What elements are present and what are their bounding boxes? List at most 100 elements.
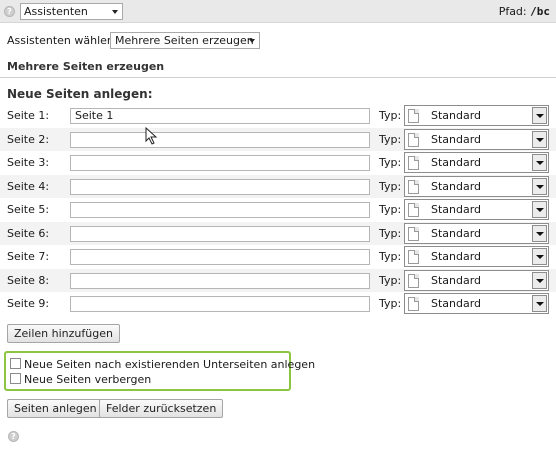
wizard-select[interactable]: Mehrere Seiten erzeugen — [110, 32, 260, 49]
divider — [0, 77, 556, 78]
dropdown-arrow-icon[interactable] — [532, 295, 547, 312]
page-type-select[interactable]: Standard — [404, 222, 549, 244]
type-label: Typ: — [379, 156, 402, 169]
page-row-label: Seite 2: — [7, 132, 50, 146]
page-type-select[interactable]: Standard — [404, 175, 549, 197]
page-icon — [408, 179, 419, 194]
wizard-select-value: Mehrere Seiten erzeugen — [115, 34, 254, 47]
page-row-1: Seite 1: Seite 1 Typ: Standard — [0, 104, 556, 128]
chevron-down-icon — [112, 10, 118, 14]
page-icon — [408, 250, 419, 264]
page-row-label: Seite 8: — [7, 273, 50, 287]
wizard-select-label: Assistenten wählen: — [7, 34, 118, 47]
page-row-label: Seite 4: — [7, 179, 50, 193]
page-rows: Seite 1: Seite 1 Typ: Standard Seite 2: … — [0, 104, 556, 316]
dropdown-arrow-icon[interactable] — [532, 177, 547, 195]
type-label: Typ: — [379, 203, 402, 216]
hide-pages-label: Neue Seiten verbergen — [24, 373, 152, 386]
page-type-select[interactable]: Standard — [404, 128, 549, 150]
dropdown-arrow-icon[interactable] — [532, 130, 547, 148]
options-group: Neue Seiten nach existierenden Unterseit… — [4, 351, 315, 391]
reset-fields-button[interactable]: Felder zurücksetzen — [99, 399, 224, 418]
path-value: /bc — [530, 5, 550, 18]
mouse-cursor-icon — [145, 127, 158, 145]
after-subpages-checkbox[interactable] — [10, 358, 21, 369]
page-type-select[interactable]: Standard — [404, 293, 549, 314]
section-title: Mehrere Seiten erzeugen — [7, 60, 165, 73]
page-row-2: Seite 2: Typ: Standard — [0, 127, 556, 151]
page-title-input[interactable] — [70, 202, 370, 218]
help-icon[interactable]: ? — [4, 6, 15, 17]
page-title-input[interactable]: Seite 1 — [70, 108, 370, 124]
page-title-input[interactable] — [70, 178, 370, 195]
page-row-8: Seite 8: Typ: Standard — [0, 268, 556, 292]
page-icon — [408, 297, 419, 311]
help-icon[interactable]: ? — [8, 431, 19, 442]
dropdown-arrow-icon[interactable] — [532, 107, 547, 124]
page-type-select[interactable]: Standard — [404, 152, 549, 173]
page-row-label: Seite 7: — [7, 250, 50, 263]
type-label: Typ: — [379, 226, 402, 240]
page-icon — [408, 203, 419, 217]
option-after-subpages[interactable]: Neue Seiten nach existierenden Unterseit… — [10, 358, 315, 372]
page-row-label: Seite 6: — [7, 226, 50, 240]
chevron-down-icon — [249, 39, 255, 43]
page-type-select[interactable]: Standard — [404, 269, 549, 291]
page-type-value: Standard — [431, 226, 482, 240]
page-type-value: Standard — [431, 203, 482, 216]
after-subpages-label: Neue Seiten nach existierenden Unterseit… — [24, 358, 316, 371]
page-icon — [408, 273, 419, 288]
page-row-label: Seite 5: — [7, 203, 50, 216]
dropdown-arrow-icon[interactable] — [532, 271, 547, 289]
option-hide-pages[interactable]: Neue Seiten verbergen — [10, 373, 151, 387]
page-title-input[interactable] — [70, 155, 370, 171]
add-rows-button[interactable]: Zeilen hinzufügen — [7, 324, 120, 343]
path-display: Pfad: /bc — [499, 5, 550, 18]
page-type-value: Standard — [431, 156, 482, 169]
page-row-9: Seite 9: Typ: Standard — [0, 292, 556, 316]
page-icon — [408, 156, 419, 170]
page-type-value: Standard — [431, 109, 482, 122]
dropdown-arrow-icon[interactable] — [532, 154, 547, 171]
type-label: Typ: — [379, 132, 402, 146]
page-title-input[interactable] — [70, 272, 370, 289]
page-row-label: Seite 1: — [7, 109, 50, 122]
page-title-input[interactable] — [70, 296, 370, 312]
page-icon — [408, 109, 419, 123]
type-label: Typ: — [379, 109, 402, 122]
page-icon — [408, 132, 419, 147]
page-type-value: Standard — [431, 273, 482, 287]
page-row-label: Seite 9: — [7, 297, 50, 310]
wizard-module-dropdown-value: Assistenten — [24, 5, 88, 18]
path-label: Pfad: — [498, 5, 527, 18]
page-icon — [408, 226, 419, 241]
page-type-select[interactable]: Standard — [404, 199, 549, 220]
page-type-value: Standard — [431, 297, 482, 310]
page-type-value: Standard — [431, 179, 482, 193]
page-row-4: Seite 4: Typ: Standard — [0, 174, 556, 198]
dropdown-arrow-icon[interactable] — [532, 248, 547, 265]
hide-pages-checkbox[interactable] — [10, 373, 21, 384]
page-row-5: Seite 5: Typ: Standard — [0, 198, 556, 222]
type-label: Typ: — [379, 273, 402, 287]
type-label: Typ: — [379, 250, 402, 263]
type-label: Typ: — [379, 297, 402, 310]
page-title-input[interactable] — [70, 131, 370, 148]
page-type-value: Standard — [431, 250, 482, 263]
page-title-input[interactable] — [70, 249, 370, 265]
top-toolbar: ? Assistenten Pfad: /bc — [0, 0, 556, 23]
dropdown-arrow-icon[interactable] — [532, 224, 547, 242]
page-row-7: Seite 7: Typ: Standard — [0, 245, 556, 269]
page-row-6: Seite 6: Typ: Standard — [0, 221, 556, 245]
page-row-label: Seite 3: — [7, 156, 50, 169]
page-type-value: Standard — [431, 132, 482, 146]
page-type-select[interactable]: Standard — [404, 105, 549, 126]
page-row-3: Seite 3: Typ: Standard — [0, 151, 556, 175]
form-subtitle: Neue Seiten anlegen: — [7, 87, 153, 101]
page-type-select[interactable]: Standard — [404, 246, 549, 267]
dropdown-arrow-icon[interactable] — [532, 201, 547, 218]
create-pages-button[interactable]: Seiten anlegen — [7, 399, 104, 418]
wizard-module-dropdown[interactable]: Assistenten — [20, 3, 123, 20]
type-label: Typ: — [379, 179, 402, 193]
page-title-input[interactable] — [70, 225, 370, 242]
